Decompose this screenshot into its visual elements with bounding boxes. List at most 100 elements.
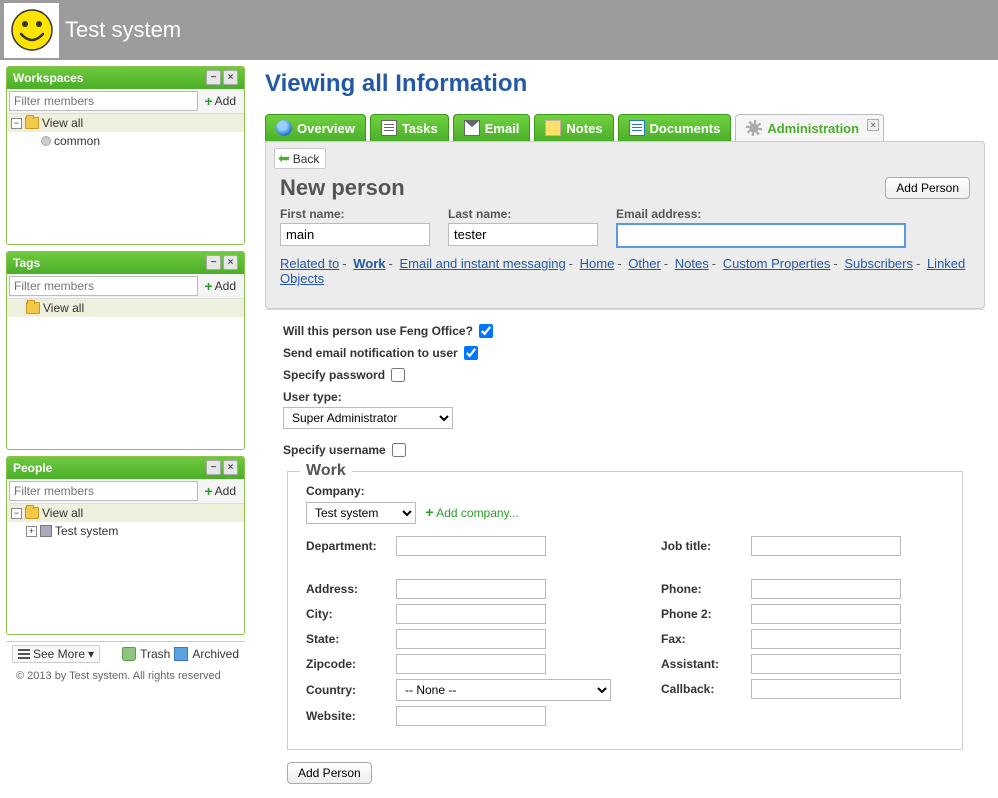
- collapse-icon[interactable]: −: [206, 255, 221, 270]
- back-button[interactable]: ⬅Back: [274, 148, 326, 169]
- email-input[interactable]: [616, 223, 906, 248]
- panel-title: People: [13, 461, 52, 475]
- address-label: Address:: [306, 582, 396, 596]
- callback-input[interactable]: [751, 679, 901, 699]
- workspaces-add-button[interactable]: +Add: [198, 91, 242, 111]
- section-nav: Related to- Work- Email and instant mess…: [266, 256, 984, 296]
- phone-input[interactable]: [751, 579, 901, 599]
- website-input[interactable]: [396, 706, 546, 726]
- last-name-input[interactable]: [448, 223, 598, 246]
- job-title-input[interactable]: [751, 536, 901, 556]
- company-label: Company:: [306, 484, 944, 498]
- fax-label: Fax:: [661, 632, 751, 646]
- nav-related[interactable]: Related to: [280, 256, 339, 271]
- collapse-toggle-icon[interactable]: −: [11, 118, 22, 129]
- state-input[interactable]: [396, 629, 546, 649]
- last-name-label: Last name:: [448, 207, 598, 221]
- panel-header: People − ×: [7, 457, 244, 479]
- first-name-input[interactable]: [280, 223, 430, 246]
- callback-label: Callback:: [661, 682, 751, 696]
- app-title: Test system: [65, 17, 181, 43]
- notes-icon: [545, 120, 561, 136]
- archived-link[interactable]: Archived: [192, 647, 239, 661]
- people-filter-input[interactable]: [9, 481, 198, 501]
- tags-filter-input[interactable]: [9, 276, 198, 296]
- arrow-left-icon: ⬅: [278, 150, 290, 167]
- close-icon[interactable]: ×: [223, 460, 238, 475]
- department-input[interactable]: [396, 536, 546, 556]
- specify-pw-checkbox[interactable]: [391, 368, 405, 382]
- plus-icon: +: [204, 93, 212, 109]
- nav-subs[interactable]: Subscribers: [844, 256, 913, 271]
- nav-custom[interactable]: Custom Properties: [723, 256, 831, 271]
- options-section: Will this person use Feng Office? Send e…: [265, 309, 985, 798]
- tree-row-view-all[interactable]: − View all: [7, 114, 244, 132]
- specify-un-checkbox[interactable]: [392, 443, 406, 457]
- specify-un-label: Specify username: [283, 443, 386, 457]
- tab-notes[interactable]: Notes: [534, 114, 613, 141]
- phone2-input[interactable]: [751, 604, 901, 624]
- use-feng-checkbox[interactable]: [479, 324, 493, 338]
- tree-row[interactable]: common: [7, 132, 244, 150]
- tree-row[interactable]: + Test system: [7, 522, 244, 540]
- country-select[interactable]: -- None --: [396, 679, 611, 701]
- send-email-checkbox[interactable]: [464, 346, 478, 360]
- state-label: State:: [306, 632, 396, 646]
- nav-home[interactable]: Home: [580, 256, 615, 271]
- workspace-icon: [41, 136, 51, 146]
- dropdown-arrow-icon: ▾: [88, 647, 94, 661]
- documents-icon: [629, 120, 645, 136]
- user-type-select[interactable]: Super Administrator: [283, 407, 453, 429]
- plus-icon: +: [204, 483, 212, 499]
- people-add-button[interactable]: +Add: [198, 481, 242, 501]
- panel-title: Workspaces: [13, 71, 83, 85]
- tab-close-icon[interactable]: ×: [867, 119, 879, 131]
- collapse-icon[interactable]: −: [206, 460, 221, 475]
- company-select[interactable]: Test system: [306, 502, 416, 524]
- job-title-label: Job title:: [661, 539, 751, 553]
- zipcode-input[interactable]: [396, 654, 546, 674]
- address-input[interactable]: [396, 579, 546, 599]
- gear-icon: [746, 120, 762, 136]
- people-panel: People − × +Add − View all +: [6, 456, 245, 635]
- nav-work[interactable]: Work: [353, 256, 385, 271]
- fax-input[interactable]: [751, 629, 901, 649]
- department-label: Department:: [306, 539, 396, 553]
- tab-overview[interactable]: Overview: [265, 114, 366, 141]
- trash-link[interactable]: Trash: [140, 647, 170, 661]
- collapse-toggle-icon[interactable]: −: [11, 508, 22, 519]
- tab-email[interactable]: Email: [453, 114, 531, 141]
- add-person-button[interactable]: Add Person: [885, 177, 970, 199]
- work-fieldset: Work Company: Test system + Add company.…: [287, 471, 963, 750]
- zipcode-label: Zipcode:: [306, 657, 396, 671]
- close-icon[interactable]: ×: [223, 70, 238, 85]
- nav-eim[interactable]: Email and instant messaging: [399, 256, 565, 271]
- tasks-icon: [381, 120, 397, 136]
- tab-tasks[interactable]: Tasks: [370, 114, 449, 141]
- folder-icon: [26, 302, 40, 314]
- form-title: New person: [280, 175, 405, 201]
- panel-header: Workspaces − ×: [7, 67, 244, 89]
- tab-administration[interactable]: Administration×: [735, 114, 884, 141]
- tab-documents[interactable]: Documents: [618, 114, 732, 141]
- trash-icon: [122, 647, 136, 661]
- see-more-button[interactable]: See More ▾: [12, 645, 100, 663]
- nav-notes[interactable]: Notes: [675, 256, 709, 271]
- collapse-icon[interactable]: −: [206, 70, 221, 85]
- add-company-link[interactable]: + Add company...: [425, 506, 518, 520]
- plus-icon: +: [204, 278, 212, 294]
- expand-toggle-icon[interactable]: +: [26, 526, 37, 537]
- tree-row-view-all[interactable]: View all: [7, 299, 244, 317]
- workspaces-filter-input[interactable]: [9, 91, 198, 111]
- nav-other[interactable]: Other: [628, 256, 661, 271]
- sidebar: Workspaces − × +Add − View all: [0, 60, 245, 798]
- add-person-button-bottom[interactable]: Add Person: [287, 762, 372, 784]
- close-icon[interactable]: ×: [223, 255, 238, 270]
- tags-add-button[interactable]: +Add: [198, 276, 242, 296]
- user-type-label: User type:: [283, 390, 967, 404]
- form-panel: ⬅Back New person Add Person First name: …: [265, 141, 985, 309]
- tree-row-view-all[interactable]: − View all: [7, 504, 244, 522]
- plus-icon: +: [425, 504, 433, 520]
- city-input[interactable]: [396, 604, 546, 624]
- assistant-input[interactable]: [751, 654, 901, 674]
